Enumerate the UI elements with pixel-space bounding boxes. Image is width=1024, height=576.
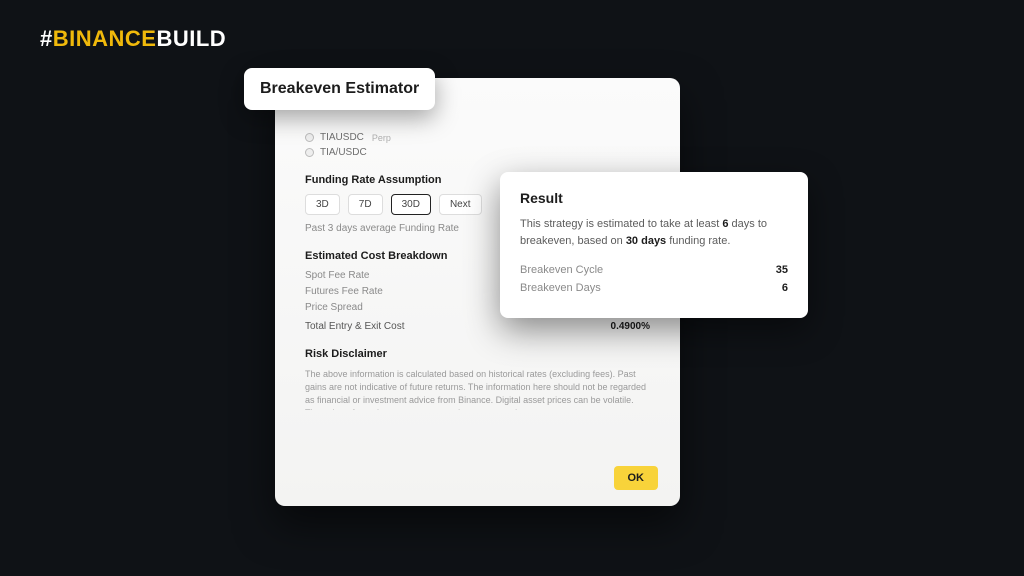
radio-icon — [305, 133, 314, 142]
result-value: 6 — [782, 282, 788, 294]
result-label: Breakeven Cycle — [520, 264, 603, 276]
result-label: Breakeven Days — [520, 282, 601, 294]
funding-option-30d[interactable]: 30D — [391, 194, 431, 215]
build-text: BUILD — [156, 26, 226, 51]
pair-spot-row[interactable]: TIA/USDC — [305, 147, 650, 158]
cost-label: Price Spread — [305, 302, 363, 313]
cost-label: Futures Fee Rate — [305, 286, 383, 297]
cost-row-total: Total Entry & Exit Cost 0.4900% — [305, 321, 650, 332]
pair-perp-symbol: TIAUSDC — [320, 132, 364, 143]
cost-label: Total Entry & Exit Cost — [305, 321, 404, 332]
hash-symbol: # — [40, 26, 53, 51]
perp-tag: Perp — [372, 133, 391, 143]
result-row-days: Breakeven Days 6 — [520, 282, 788, 294]
brand-text: BINANCE — [53, 26, 157, 51]
estimator-title-tab: Breakeven Estimator — [244, 68, 435, 110]
result-title: Result — [520, 190, 788, 206]
result-card: Result This strategy is estimated to tak… — [500, 172, 808, 318]
risk-disclaimer-text: The above information is calculated base… — [305, 368, 650, 410]
past-funding-label: Past 3 days average Funding Rate — [305, 223, 459, 234]
pair-spot-symbol: TIA/USDC — [320, 147, 367, 158]
cost-value: 0.4900% — [611, 321, 650, 332]
result-value: 35 — [776, 264, 788, 276]
cost-label: Spot Fee Rate — [305, 270, 369, 281]
hashtag-heading: #BINANCEBUILD — [40, 26, 226, 52]
ok-button[interactable]: OK — [614, 466, 659, 490]
result-text: This strategy is estimated to take at le… — [520, 218, 722, 230]
result-text: funding rate. — [666, 235, 730, 247]
result-period-bold: 30 days — [626, 235, 666, 247]
radio-icon — [305, 148, 314, 157]
result-row-cycle: Breakeven Cycle 35 — [520, 264, 788, 276]
result-sentence: This strategy is estimated to take at le… — [520, 216, 788, 250]
pair-perp-row[interactable]: TIAUSDC Perp — [305, 132, 650, 143]
funding-option-3d[interactable]: 3D — [305, 194, 340, 215]
funding-option-next[interactable]: Next — [439, 194, 482, 215]
estimator-title: Breakeven Estimator — [260, 80, 419, 97]
risk-heading: Risk Disclaimer — [305, 348, 650, 360]
funding-option-7d[interactable]: 7D — [348, 194, 383, 215]
